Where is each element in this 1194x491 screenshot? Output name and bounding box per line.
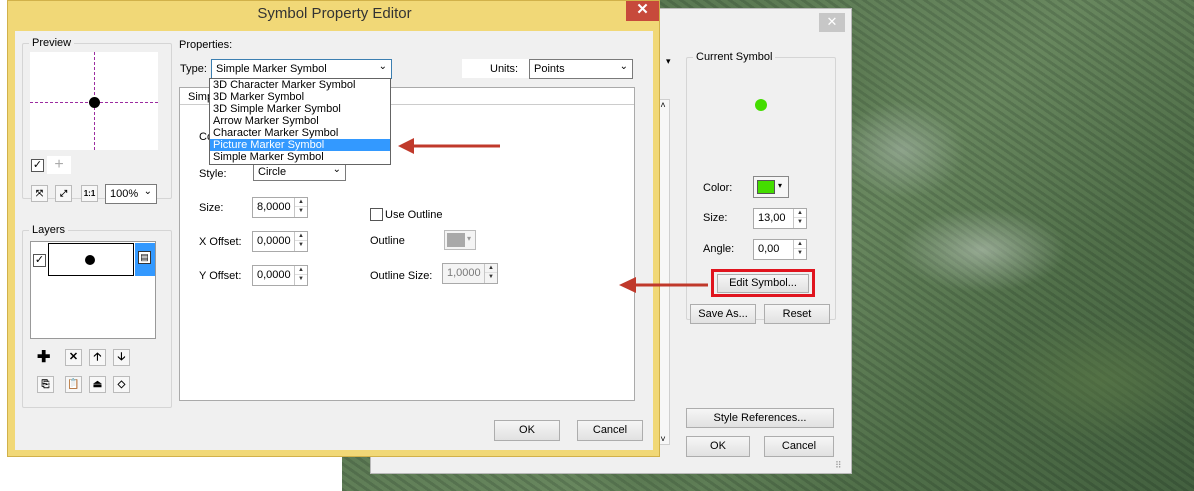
- arrow-to-picture-marker: [398, 138, 500, 154]
- annotation-arrows: [398, 138, 708, 293]
- arrow-to-edit-symbol: [619, 277, 708, 293]
